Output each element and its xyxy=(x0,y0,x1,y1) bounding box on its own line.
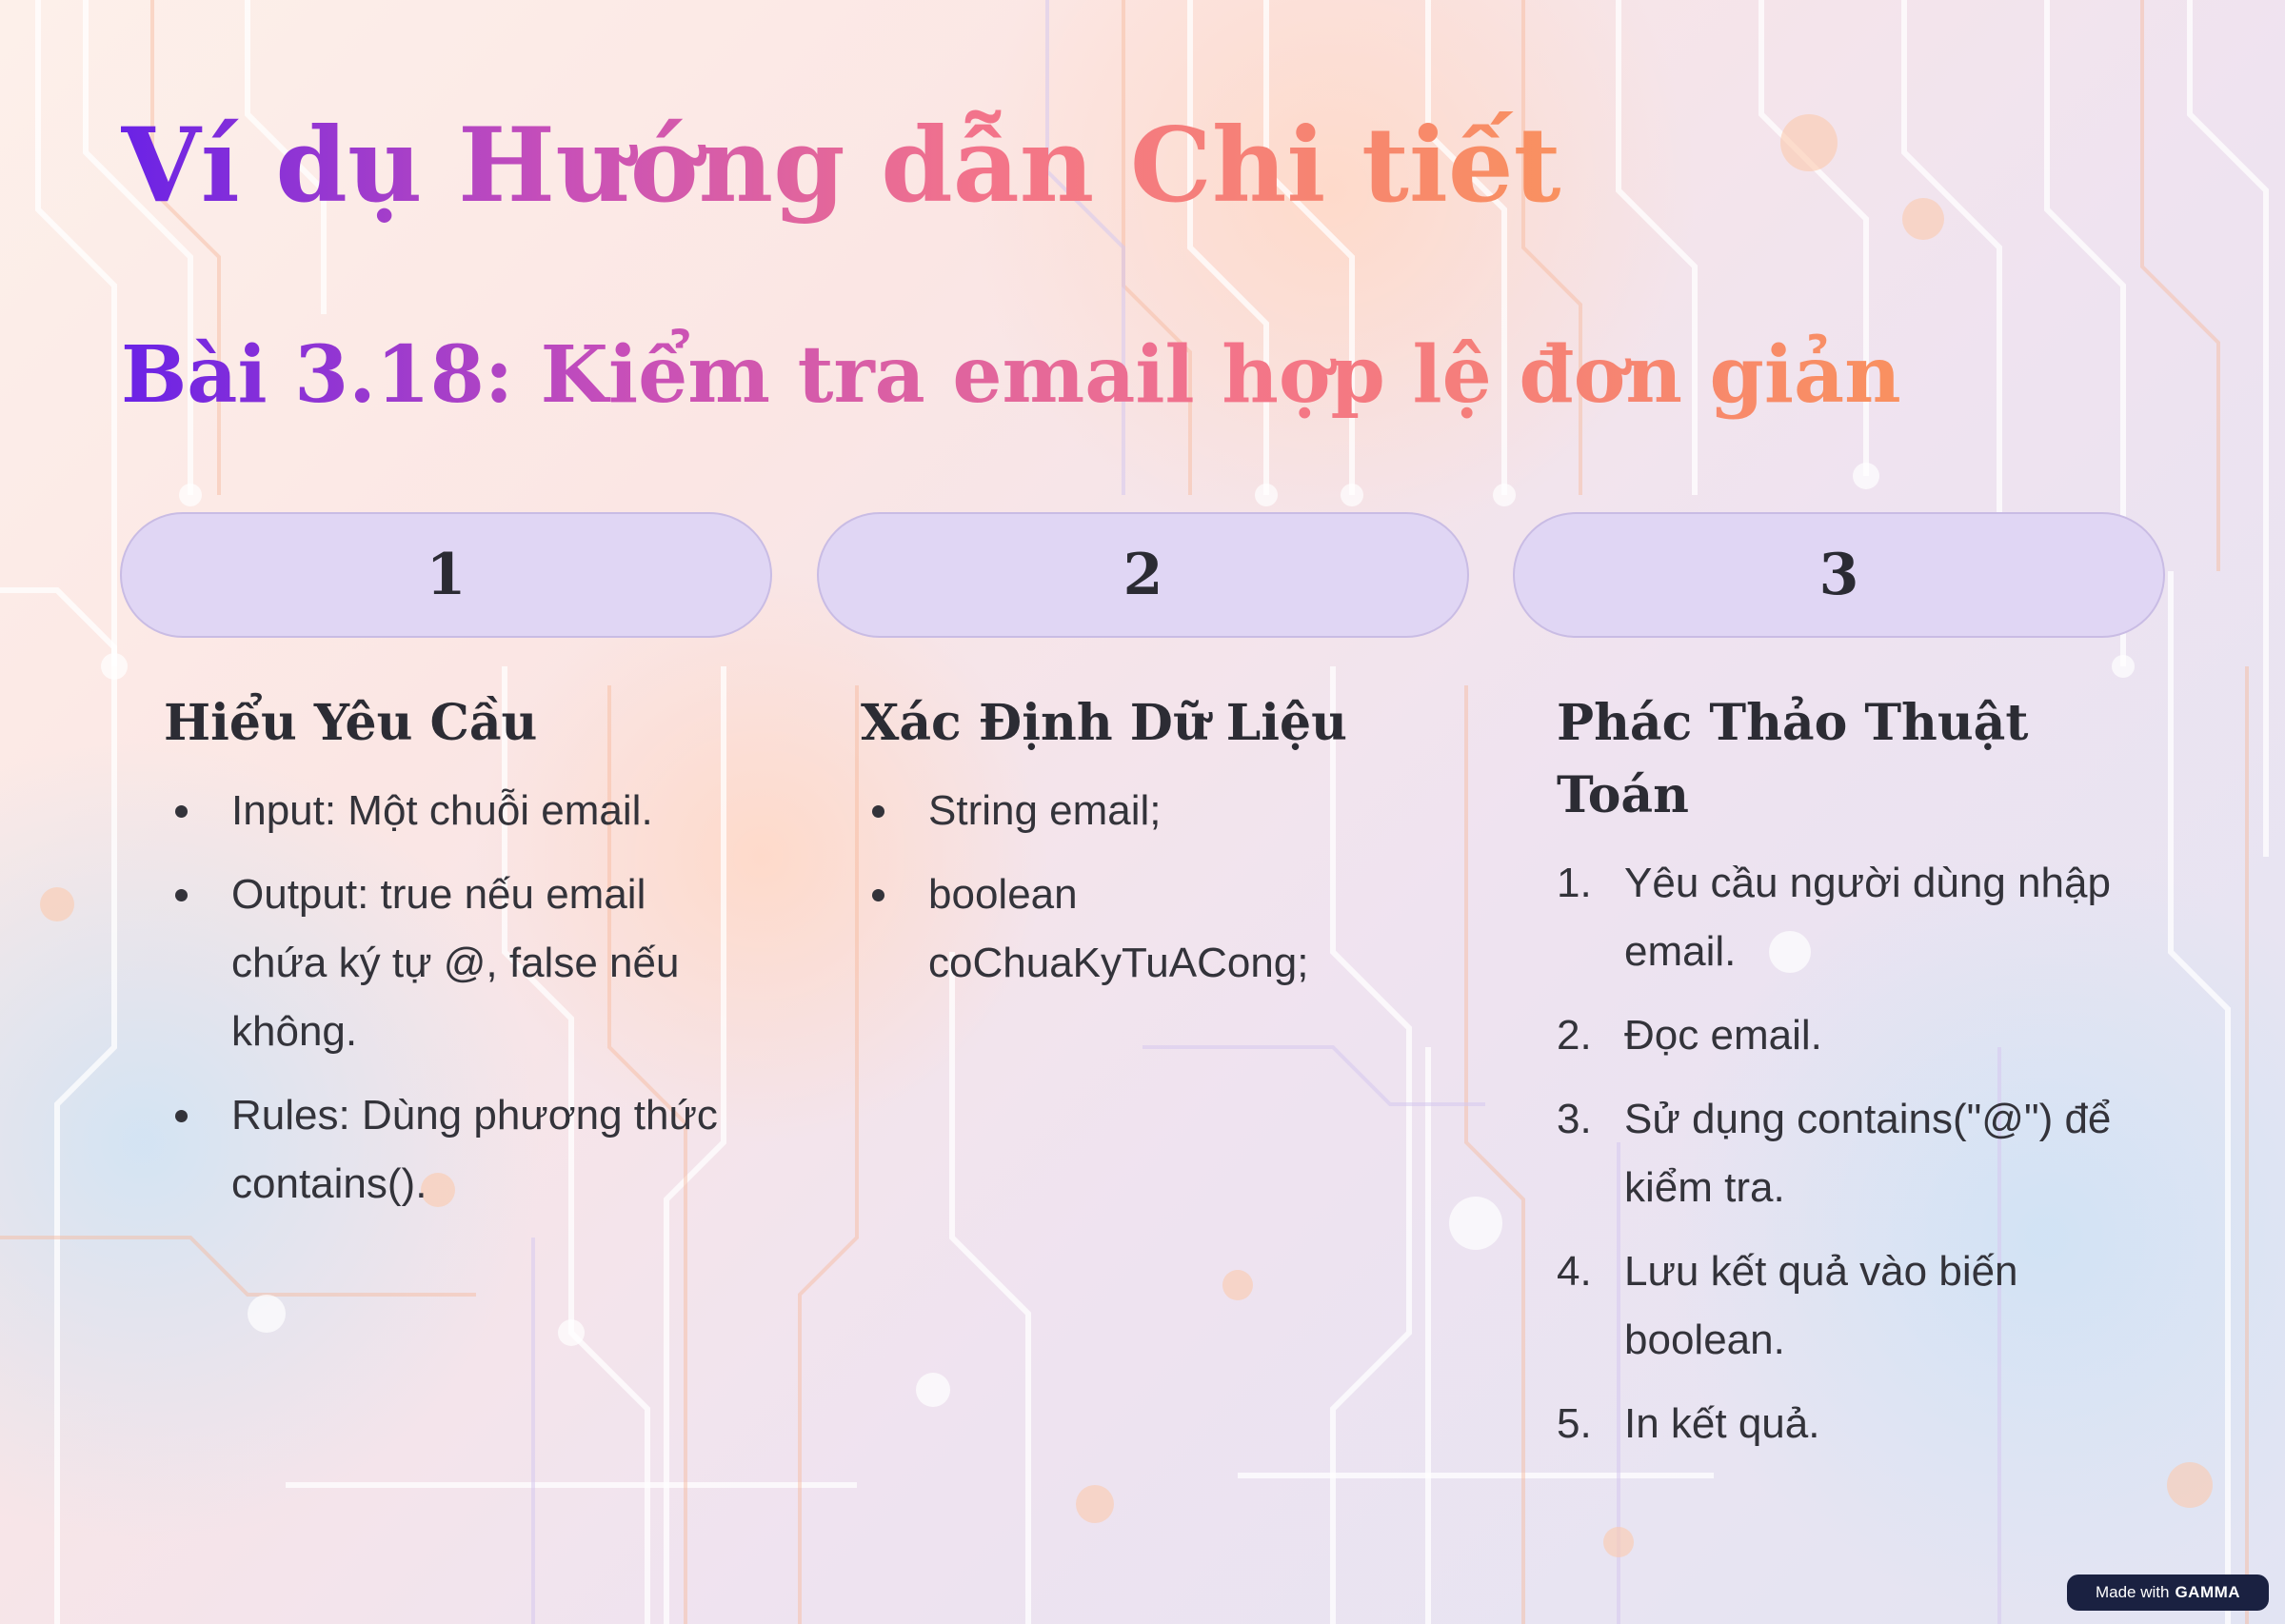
slide-subtitle: Bài 3.18: Kiểm tra email hợp lệ đơn giản xyxy=(121,329,1901,421)
list-item: boolean coChuaKyTuACong; xyxy=(817,861,1423,998)
list-item-text: In kết quả. xyxy=(1624,1400,1820,1447)
list-item: 2. Đọc email. xyxy=(1513,1001,2119,1070)
step-heading: Phác Thảo Thuật Toán xyxy=(1557,694,2029,824)
list-item-text: String email; xyxy=(928,787,1162,834)
list-item-text: Rules: Dùng phương thức contains(). xyxy=(231,1092,718,1207)
list-number: 4. xyxy=(1557,1248,1592,1295)
slide-title: Ví dụ Hướng dẫn Chi tiết xyxy=(121,105,1561,228)
bullet-icon xyxy=(175,1110,188,1122)
list-item-text: boolean coChuaKyTuACong; xyxy=(928,871,1309,986)
list-item: 1. Yêu cầu người dùng nhập email. xyxy=(1513,849,2119,986)
step-number-pill: 1 xyxy=(120,512,772,638)
numbered-list: 1. Yêu cầu người dùng nhập email. 2. Đọc e… xyxy=(1513,849,2165,1458)
list-item-text: Đọc email. xyxy=(1624,1012,1822,1059)
bullet-list: String email; boolean coChuaKyTuACong; xyxy=(817,777,1469,998)
list-number: 3. xyxy=(1557,1096,1592,1142)
list-item-text: Input: Một chuỗi email. xyxy=(231,787,653,834)
list-item-text: Lưu kết quả vào biến boolean. xyxy=(1624,1248,2018,1363)
bullet-icon xyxy=(872,889,884,901)
list-item-text: Yêu cầu người dùng nhập email. xyxy=(1624,860,2111,975)
step-number-pill: 2 xyxy=(817,512,1469,638)
gamma-logo: GAMMA xyxy=(2175,1583,2241,1601)
list-number: 1. xyxy=(1557,860,1592,906)
made-with-gamma-badge[interactable]: Made with GAMMA xyxy=(2067,1574,2269,1611)
list-item: 5. In kết quả. xyxy=(1513,1390,2119,1458)
list-item: Rules: Dùng phương thức contains(). xyxy=(120,1081,726,1218)
bullet-icon xyxy=(175,805,188,818)
list-number: 5. xyxy=(1557,1400,1592,1447)
step-heading: Xác Định Dữ Liệu xyxy=(861,694,1347,752)
list-item: Input: Một chuỗi email. xyxy=(120,777,726,845)
list-item: String email; xyxy=(817,777,1423,845)
list-item: Output: true nếu email chứa ký tự @, fal… xyxy=(120,861,726,1066)
step-column-3: 3 Phác Thảo Thuật Toán 1. Yêu cầu người d… xyxy=(1513,512,2165,1474)
bullet-icon xyxy=(872,805,884,818)
badge-prefix: Made with xyxy=(2095,1583,2170,1601)
bullet-icon xyxy=(175,889,188,901)
bullet-list: Input: Một chuỗi email. Output: true nếu… xyxy=(120,777,772,1218)
step-column-2: 2 Xác Định Dữ Liệu String email; boolean… xyxy=(817,512,1469,1013)
step-heading: Hiểu Yêu Cầu xyxy=(164,694,538,752)
list-item: 3. Sử dụng contains("@") để kiểm tra. xyxy=(1513,1085,2119,1222)
list-item-text: Output: true nếu email chứa ký tự @, fal… xyxy=(231,871,680,1055)
step-column-1: 1 Hiểu Yêu Cầu Input: Một chuỗi email. O… xyxy=(120,512,772,1234)
list-number: 2. xyxy=(1557,1012,1592,1059)
step-number-pill: 3 xyxy=(1513,512,2165,638)
list-item-text: Sử dụng contains("@") để kiểm tra. xyxy=(1624,1096,2112,1211)
list-item: 4. Lưu kết quả vào biến boolean. xyxy=(1513,1238,2119,1375)
